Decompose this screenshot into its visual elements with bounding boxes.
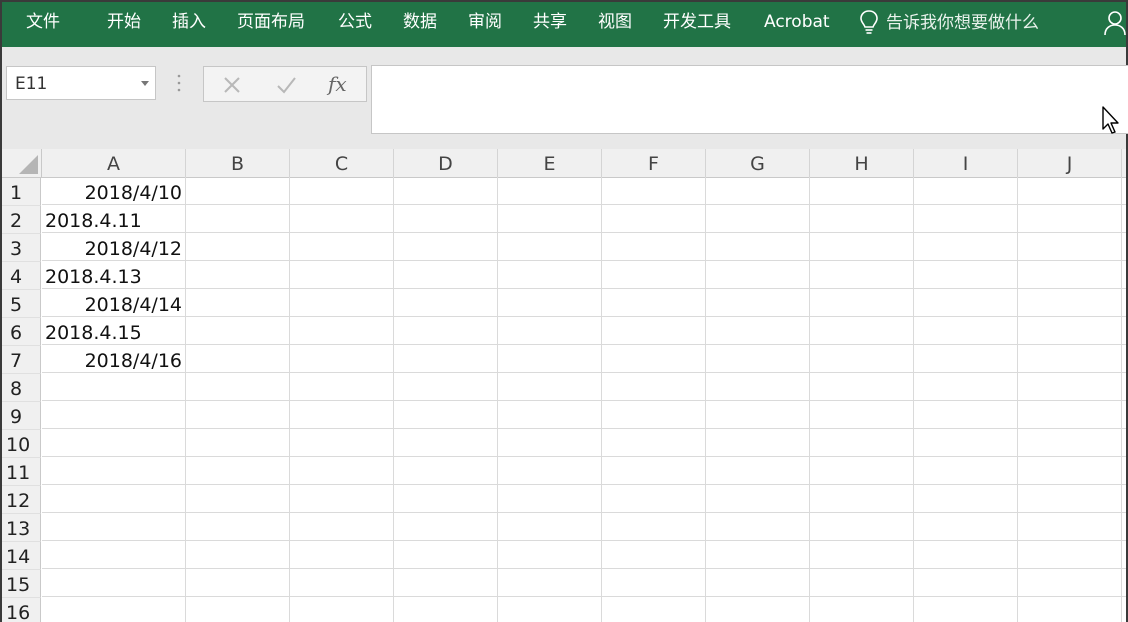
column-header-G[interactable]: G xyxy=(706,149,810,177)
column-header-row: A B C D E F G H I J xyxy=(2,149,1126,178)
chevron-down-icon[interactable] xyxy=(141,81,149,87)
row-header-7[interactable]: 7 xyxy=(2,346,41,374)
row-header-5[interactable]: 5 xyxy=(2,290,41,318)
row-header-4[interactable]: 4 xyxy=(2,262,41,290)
cell-gridlines xyxy=(42,177,1126,622)
close-icon[interactable] xyxy=(220,73,244,97)
row-header-1[interactable]: 1 xyxy=(2,178,41,206)
lightbulb-icon[interactable] xyxy=(859,9,879,37)
mouse-pointer-icon xyxy=(1102,106,1119,134)
tab-page-layout[interactable]: 页面布局 xyxy=(237,2,305,44)
tab-review[interactable]: 审阅 xyxy=(468,2,502,44)
row-header-8[interactable]: 8 xyxy=(2,374,41,402)
name-box-value: E11 xyxy=(15,74,48,94)
user-icon[interactable] xyxy=(1103,9,1127,37)
tab-file[interactable]: 文件 xyxy=(26,2,60,44)
select-all-triangle-icon xyxy=(19,155,38,174)
tab-data[interactable]: 数据 xyxy=(403,2,437,44)
column-header-E[interactable]: E xyxy=(498,149,602,177)
tab-home[interactable]: 开始 xyxy=(107,2,141,44)
select-all-button[interactable] xyxy=(2,149,42,177)
column-header-J[interactable]: J xyxy=(1018,149,1122,177)
tab-share[interactable]: 共享 xyxy=(533,2,567,44)
column-header-A[interactable]: A xyxy=(42,149,186,177)
cell-A3[interactable]: 2018/4/12 xyxy=(42,234,185,262)
cell-A2[interactable]: 2018.4.11 xyxy=(42,206,185,234)
cell-A5[interactable]: 2018/4/14 xyxy=(42,290,185,318)
spreadsheet-grid: A B C D E F G H I J 1 2 3 4 5 6 7 8 9 10… xyxy=(2,149,1126,622)
row-header-16[interactable]: 16 xyxy=(2,598,41,622)
row-header-15[interactable]: 15 xyxy=(2,570,41,598)
column-header-B[interactable]: B xyxy=(186,149,290,177)
row-header-13[interactable]: 13 xyxy=(2,514,41,542)
tab-developer[interactable]: 开发工具 xyxy=(663,2,731,44)
row-header-11[interactable]: 11 xyxy=(2,458,41,486)
name-box[interactable]: E11 xyxy=(6,66,156,100)
check-icon[interactable] xyxy=(274,73,298,97)
column-header-C[interactable]: C xyxy=(290,149,394,177)
column-header-H[interactable]: H xyxy=(810,149,914,177)
cell-A7[interactable]: 2018/4/16 xyxy=(42,346,185,374)
row-header-2[interactable]: 2 xyxy=(2,206,41,234)
formula-input[interactable] xyxy=(371,65,1128,134)
tab-view[interactable]: 视图 xyxy=(598,2,632,44)
row-header-9[interactable]: 9 xyxy=(2,402,41,430)
row-header-14[interactable]: 14 xyxy=(2,542,41,570)
formula-bar-area: E11 fx xyxy=(2,47,1128,149)
column-header-I[interactable]: I xyxy=(914,149,1018,177)
tab-insert[interactable]: 插入 xyxy=(172,2,206,44)
row-header-10[interactable]: 10 xyxy=(2,430,41,458)
tab-formulas[interactable]: 公式 xyxy=(338,2,372,44)
grip-handle-icon[interactable] xyxy=(176,72,182,94)
tab-acrobat[interactable]: Acrobat xyxy=(764,2,830,44)
cell-A4[interactable]: 2018.4.13 xyxy=(42,262,185,290)
row-header-12[interactable]: 12 xyxy=(2,486,41,514)
ribbon-tab-bar: 文件 开始 插入 页面布局 公式 数据 审阅 共享 视图 开发工具 Acroba… xyxy=(2,2,1126,47)
column-header-F[interactable]: F xyxy=(602,149,706,177)
insert-function-button[interactable]: fx xyxy=(328,67,347,101)
cell-A1[interactable]: 2018/4/10 xyxy=(42,178,185,206)
formula-buttons: fx xyxy=(203,66,367,102)
cell-A6[interactable]: 2018.4.15 xyxy=(42,318,185,346)
column-header-D[interactable]: D xyxy=(394,149,498,177)
row-header-6[interactable]: 6 xyxy=(2,318,41,346)
tell-me-search[interactable]: 告诉我你想要做什么 xyxy=(886,2,1039,44)
row-header-3[interactable]: 3 xyxy=(2,234,41,262)
